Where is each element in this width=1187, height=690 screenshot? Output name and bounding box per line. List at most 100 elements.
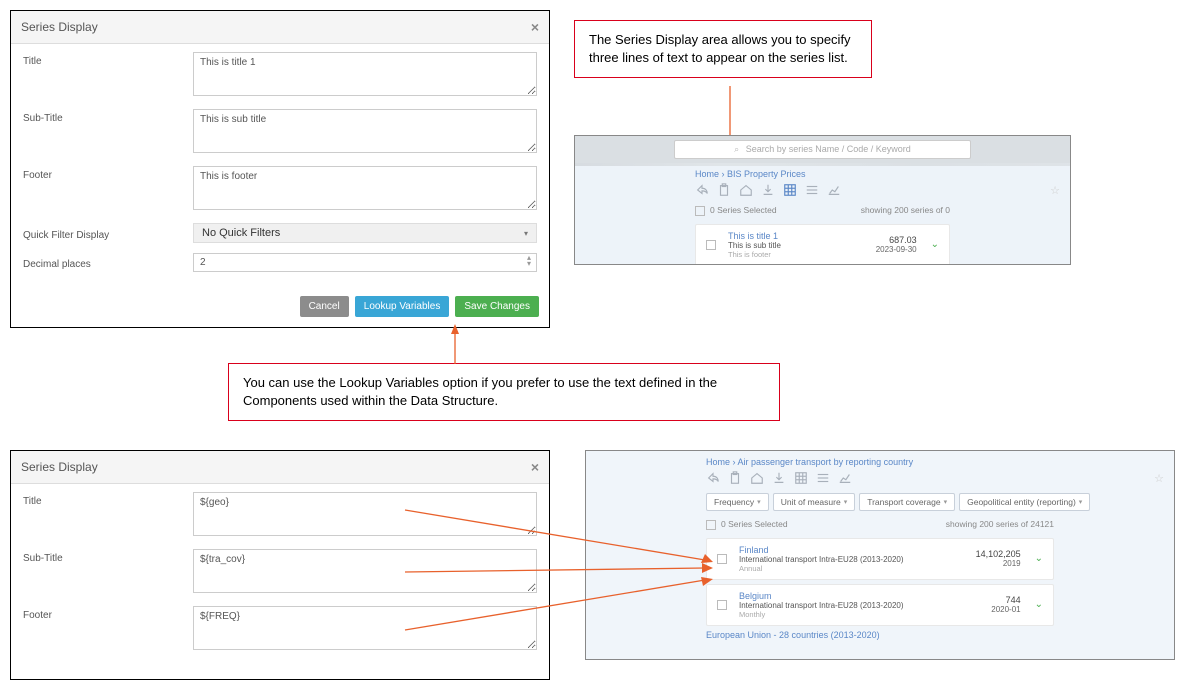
caret-down-icon: ▾ (524, 229, 528, 238)
callout-lookup-variables: You can use the Lookup Variables option … (228, 363, 780, 421)
close-icon[interactable]: × (531, 19, 539, 35)
selected-count: 0 Series Selected (721, 519, 788, 529)
row-date: 2023-09-30 (876, 245, 917, 254)
selected-count: 0 Series Selected (710, 205, 777, 215)
filter-unit[interactable]: Unit of measure▾ (773, 493, 856, 511)
expand-icon[interactable]: ⌄ (931, 239, 939, 250)
breadcrumb-page[interactable]: Air passenger transport by reporting cou… (738, 457, 914, 467)
row-date: 2019 (976, 559, 1021, 568)
clipboard-icon[interactable] (717, 183, 731, 197)
series-list-preview-1: ⌕ Search by series Name / Code / Keyword… (574, 135, 1071, 265)
select-all-checkbox[interactable] (695, 206, 705, 216)
chevron-down-icon: ▾ (844, 498, 848, 506)
subtitle-input[interactable] (193, 109, 537, 153)
share-icon[interactable] (706, 471, 720, 485)
list-icon[interactable] (816, 471, 830, 485)
filter-geo-entity[interactable]: Geopolitical entity (reporting)▾ (959, 493, 1090, 511)
breadcrumb-home[interactable]: Home (695, 169, 719, 179)
footer-label: Footer (23, 606, 193, 621)
series-list-preview-2: Home › Air passenger transport by report… (585, 450, 1175, 660)
title-label: Title (23, 52, 193, 67)
row-title: Finland (739, 545, 976, 555)
chevron-down-icon: ▾ (757, 498, 761, 506)
showing-count: showing 200 series of 0 (861, 205, 950, 216)
showing-count: showing 200 series of 24121 (946, 519, 1054, 530)
series-display-dialog-2: Series Display × Title Sub-Title Footer (10, 450, 550, 680)
filter-frequency[interactable]: Frequency▾ (706, 493, 769, 511)
footer-input[interactable] (193, 166, 537, 210)
callout-text: You can use the Lookup Variables option … (243, 375, 717, 408)
expand-icon[interactable]: ⌄ (1035, 553, 1043, 564)
title-label: Title (23, 492, 193, 507)
row-checkbox[interactable] (717, 554, 727, 564)
lookup-variables-button[interactable]: Lookup Variables (355, 296, 450, 317)
row-footer: Annual (739, 564, 976, 573)
row-checkbox[interactable] (706, 240, 716, 250)
subtitle-label: Sub-Title (23, 549, 193, 564)
list-icon[interactable] (805, 183, 819, 197)
cancel-button[interactable]: Cancel (300, 296, 349, 317)
toolbar: ☆ (575, 181, 1070, 201)
dialog-header: Series Display × (11, 451, 549, 484)
dialog-title: Series Display (21, 460, 98, 474)
row-date: 2020-01 (991, 605, 1020, 614)
row-checkbox[interactable] (717, 600, 727, 610)
footer-input[interactable] (193, 606, 537, 650)
home-icon[interactable] (750, 471, 764, 485)
home-icon[interactable] (739, 183, 753, 197)
search-placeholder: Search by series Name / Code / Keyword (746, 144, 911, 154)
search-input[interactable]: ⌕ Search by series Name / Code / Keyword (674, 140, 971, 159)
expand-icon[interactable]: ⌄ (1035, 599, 1043, 610)
truncated-row-title: European Union - 28 countries (2013-2020… (706, 630, 1054, 640)
row-footer: Monthly (739, 610, 991, 619)
row-subtitle: International transport Intra-EU28 (2013… (739, 601, 991, 610)
quick-filter-select[interactable]: No Quick Filters ▾ (193, 223, 537, 243)
chart-icon[interactable] (827, 183, 841, 197)
quick-filter-label: Quick Filter Display (23, 226, 193, 241)
title-input[interactable] (193, 492, 537, 536)
save-changes-button[interactable]: Save Changes (455, 296, 539, 317)
subtitle-label: Sub-Title (23, 109, 193, 124)
toolbar: ☆ (586, 469, 1174, 489)
filter-transport-coverage[interactable]: Transport coverage▾ (859, 493, 955, 511)
star-icon[interactable]: ☆ (1154, 472, 1164, 485)
footer-label: Footer (23, 166, 193, 181)
star-icon[interactable]: ☆ (1050, 184, 1060, 197)
callout-series-display: The Series Display area allows you to sp… (574, 20, 872, 78)
row-footer: This is footer (728, 250, 876, 259)
filter-bar: Frequency▾ Unit of measure▾ Transport co… (586, 489, 1174, 515)
series-row[interactable]: Finland International transport Intra-EU… (706, 538, 1054, 580)
grid-icon[interactable] (783, 183, 797, 197)
series-row[interactable]: Belgium International transport Intra-EU… (706, 584, 1054, 626)
chevron-down-icon: ▾ (1079, 498, 1083, 506)
close-icon[interactable]: × (531, 459, 539, 475)
share-icon[interactable] (695, 183, 709, 197)
row-subtitle: International transport Intra-EU28 (2013… (739, 555, 976, 564)
row-title: This is title 1 (728, 231, 876, 241)
callout-text: The Series Display area allows you to sp… (589, 32, 851, 65)
row-title: Belgium (739, 591, 991, 601)
select-all-checkbox[interactable] (706, 520, 716, 530)
grid-icon[interactable] (794, 471, 808, 485)
series-display-dialog-1: Series Display × Title Sub-Title Footer … (10, 10, 550, 328)
row-value: 687.03 (876, 235, 917, 245)
breadcrumb-page[interactable]: BIS Property Prices (727, 169, 806, 179)
row-value: 14,102,205 (976, 549, 1021, 559)
number-spinner-icon[interactable]: ▴▾ (527, 255, 531, 267)
decimal-places-input[interactable] (193, 253, 537, 272)
quick-filter-value: No Quick Filters (202, 227, 280, 239)
dialog-header: Series Display × (11, 11, 549, 44)
search-icon: ⌕ (734, 144, 739, 154)
title-input[interactable] (193, 52, 537, 96)
decimal-places-label: Decimal places (23, 255, 193, 270)
series-row[interactable]: This is title 1 This is sub title This i… (695, 224, 950, 265)
breadcrumb-home[interactable]: Home (706, 457, 730, 467)
row-value: 744 (991, 595, 1020, 605)
download-icon[interactable] (772, 471, 786, 485)
arrow-icon (445, 324, 465, 366)
chart-icon[interactable] (838, 471, 852, 485)
download-icon[interactable] (761, 183, 775, 197)
clipboard-icon[interactable] (728, 471, 742, 485)
selection-status-row: 0 Series Selected showing 200 series of … (586, 515, 1174, 534)
subtitle-input[interactable] (193, 549, 537, 593)
